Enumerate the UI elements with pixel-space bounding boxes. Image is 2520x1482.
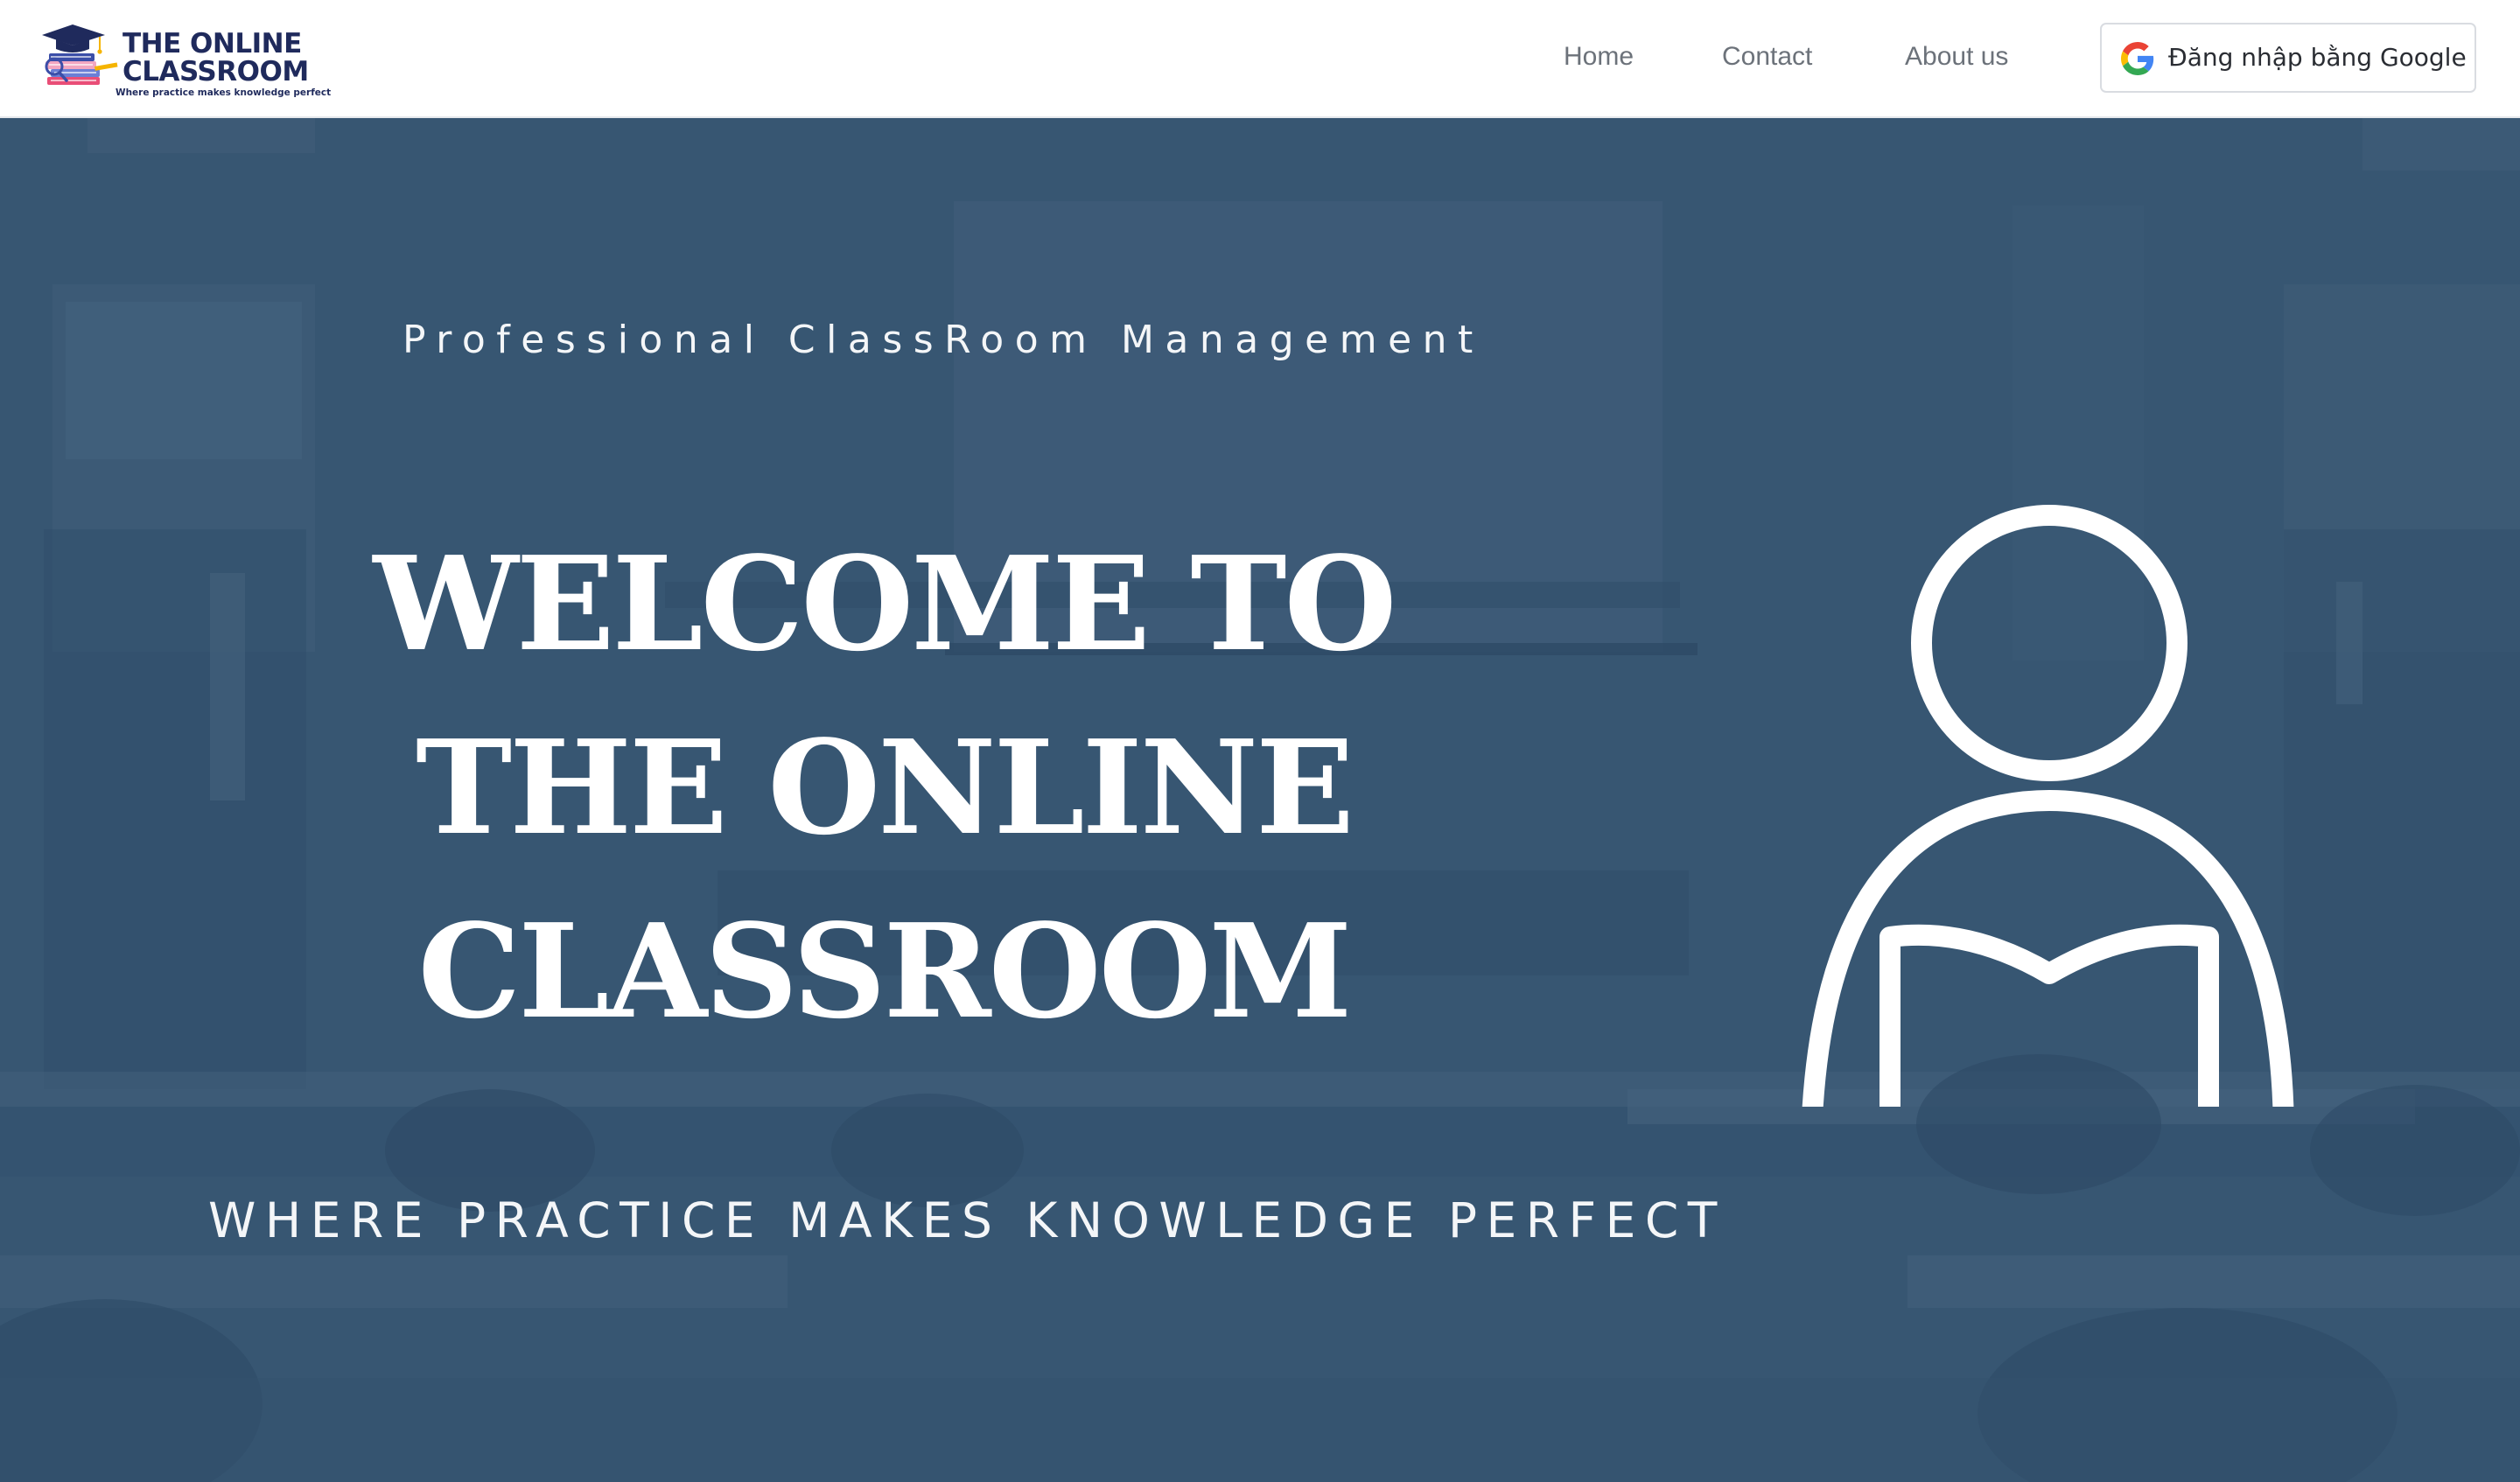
hero-tagline: WHERE PRACTICE MAKES KNOWLEDGE PERFECT [208, 1192, 1726, 1248]
google-login-label: Đăng nhập bằng Google [2168, 43, 2467, 72]
logo-title-line2: CLASSROOM [122, 56, 309, 87]
nav-link-about-us[interactable]: About us [1905, 42, 2008, 72]
site-logo[interactable]: THE ONLINE CLASSROOM Where practice make… [42, 21, 331, 101]
graduation-cap-books-icon [42, 24, 118, 85]
hero-section: Professional ClassRoom Management WELCOM… [0, 118, 2520, 1482]
navbar: THE ONLINE CLASSROOM Where practice make… [0, 0, 2520, 118]
hero-headline: WELCOME TO THE ONLINE CLASSROOM [332, 512, 1435, 1063]
person-reading-book-icon [1802, 505, 2294, 1107]
google-login-button[interactable]: Đăng nhập bằng Google [2100, 23, 2476, 93]
nav-link-contact[interactable]: Contact [1722, 42, 1812, 72]
hero-headline-line-2: THE ONLINE [416, 711, 1354, 863]
nav-link-home[interactable]: Home [1564, 42, 1634, 72]
logo-tagline: Where practice makes knowledge perfect [116, 87, 332, 98]
logo-title-line1: THE ONLINE [122, 28, 302, 59]
hero-kicker: Professional ClassRoom Management [402, 318, 1484, 362]
google-icon [2121, 42, 2154, 75]
hero-headline-line-3: CLASSROOM [417, 895, 1353, 1047]
page: THE ONLINE CLASSROOM Where practice make… [0, 0, 2520, 1482]
hero-headline-line-1: WELCOME TO [373, 528, 1396, 680]
